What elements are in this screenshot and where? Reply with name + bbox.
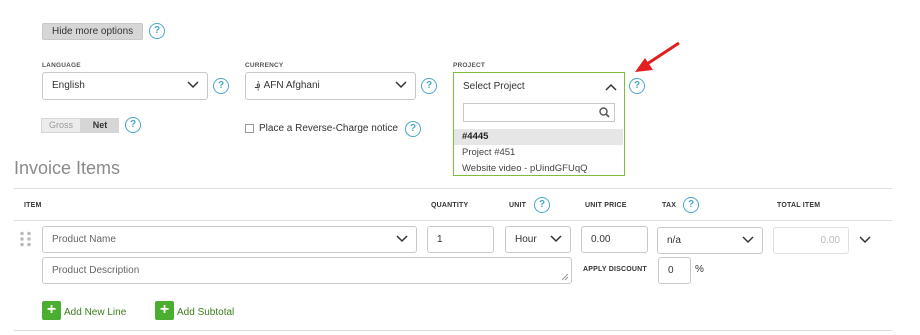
unit-price-input[interactable]: 0.00 (581, 226, 648, 253)
col-total-item: TOTAL ITEM (777, 202, 821, 209)
drag-handle-icon[interactable] (19, 231, 32, 247)
product-name-placeholder: Product Name (52, 234, 116, 245)
col-quantity: QUANTITY (431, 202, 469, 209)
col-unit-price: UNIT PRICE (585, 202, 627, 209)
reverse-charge-label: Place a Reverse-Charge notice (259, 123, 398, 134)
chevron-down-icon (396, 235, 408, 243)
discount-input[interactable]: 0 (658, 257, 691, 284)
chevron-up-icon (605, 83, 617, 94)
add-subtotal-plus-icon[interactable]: + (155, 301, 174, 320)
project-option[interactable]: Project #451 (454, 145, 623, 161)
col-tax: TAX (662, 202, 677, 209)
chevron-down-icon (395, 81, 407, 89)
quantity-input[interactable]: 1 (427, 226, 494, 253)
project-option[interactable]: #4445 (454, 129, 623, 145)
project-dropdown[interactable]: Select Project #4445 Project #451 Websit… (453, 72, 625, 176)
reverse-charge-checkbox[interactable] (245, 124, 254, 133)
col-item: ITEM (24, 202, 42, 209)
currency-label: CURRENCY (245, 62, 284, 69)
product-description-input[interactable]: Product Description (42, 257, 572, 284)
discount-unit: % (695, 264, 704, 275)
language-help-icon[interactable]: ? (213, 78, 229, 94)
divider (14, 330, 892, 331)
red-arrow-annotation (635, 41, 680, 72)
product-description-placeholder: Product Description (52, 265, 140, 276)
currency-select[interactable]: ؋ AFN Afghani (245, 72, 416, 100)
unit-value: Hour (515, 234, 537, 245)
project-help-icon[interactable]: ? (629, 78, 645, 94)
resize-handle-icon[interactable] (561, 273, 569, 281)
divider (14, 220, 892, 221)
tax-help-icon[interactable]: ? (683, 197, 699, 213)
total-item-field: 0.00 (773, 227, 849, 254)
project-value: Select Project (463, 81, 525, 92)
apply-discount-label: APPLY DISCOUNT (583, 266, 647, 273)
section-title: Invoice Items (14, 158, 121, 178)
unit-select[interactable]: Hour (505, 226, 571, 253)
unit-help-icon[interactable]: ? (534, 197, 550, 213)
gross-option[interactable]: Gross (41, 118, 81, 133)
search-icon (599, 107, 610, 121)
language-label: LANGUAGE (42, 62, 81, 69)
language-select[interactable]: English (42, 72, 208, 100)
add-line-plus-icon[interactable]: + (42, 301, 61, 320)
add-new-line-button[interactable]: Add New Line (64, 307, 126, 318)
product-name-select[interactable]: Product Name (42, 226, 417, 253)
tax-select[interactable]: n/a (657, 227, 763, 254)
project-search-input[interactable] (463, 103, 615, 122)
reverse-charge-help-icon[interactable]: ? (405, 121, 421, 137)
chevron-down-icon (187, 81, 199, 89)
project-option[interactable]: Website video - pUindGFUqQ (454, 161, 623, 177)
tax-value: n/a (667, 235, 681, 246)
expand-row-chevron-icon[interactable] (859, 236, 871, 247)
currency-help-icon[interactable]: ? (421, 78, 437, 94)
project-label: PROJECT (453, 62, 486, 69)
help-icon[interactable]: ? (149, 23, 165, 39)
add-subtotal-button[interactable]: Add Subtotal (177, 307, 234, 318)
currency-value: ؋ AFN Afghani (255, 80, 320, 91)
hide-more-options-button[interactable]: Hide more options (42, 23, 144, 40)
divider (14, 188, 892, 189)
language-value: English (52, 80, 85, 91)
toggle-help-icon[interactable]: ? (125, 117, 141, 133)
gross-net-toggle[interactable]: Gross Net (41, 118, 119, 133)
col-unit: UNIT (509, 202, 527, 209)
chevron-down-icon (550, 235, 562, 243)
net-option[interactable]: Net (81, 118, 119, 133)
chevron-down-icon (742, 236, 754, 244)
